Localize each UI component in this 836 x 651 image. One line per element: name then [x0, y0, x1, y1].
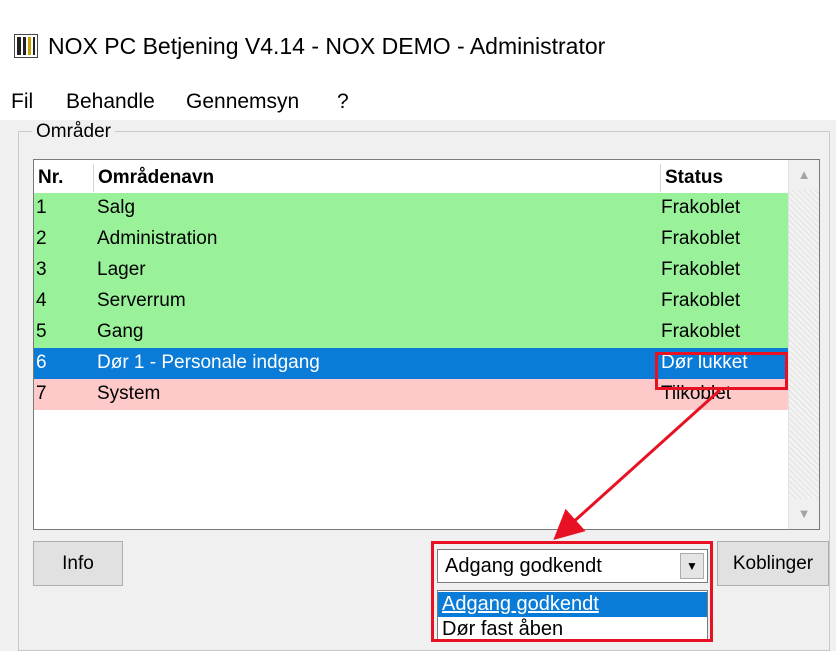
- title-bar: NOX PC Betjening V4.14 - NOX DEMO - Admi…: [0, 0, 836, 84]
- areas-group-label: Områder: [32, 121, 115, 143]
- list-header: Nr. Områdenavn Status: [34, 164, 790, 192]
- table-row[interactable]: 3 Lager Frakoblet: [34, 255, 790, 286]
- option-adgang-godkendt[interactable]: Adgang godkendt: [438, 592, 707, 617]
- row-nr: 5: [36, 321, 47, 342]
- row-status: Frakoblet: [661, 197, 741, 218]
- row-nr: 2: [36, 228, 47, 249]
- row-nr: 4: [36, 290, 47, 311]
- row-status: Frakoblet: [661, 259, 741, 280]
- menu-help[interactable]: ?: [337, 88, 349, 116]
- scroll-down-arrow-icon[interactable]: ▼: [789, 499, 819, 529]
- scroll-up-arrow-icon[interactable]: ▲: [789, 160, 819, 190]
- row-name: Administration: [97, 228, 218, 249]
- row-name: Lager: [97, 259, 146, 280]
- row-status: Frakoblet: [661, 321, 741, 342]
- table-row[interactable]: 7 System Tilkoblet: [34, 379, 790, 410]
- row-nr: 3: [36, 259, 47, 280]
- action-select[interactable]: Adgang godkendt ▼: [437, 549, 708, 583]
- column-header-status[interactable]: Status: [661, 164, 790, 192]
- table-row[interactable]: 5 Gang Frakoblet: [34, 317, 790, 348]
- areas-list[interactable]: Nr. Områdenavn Status 1 Salg Frakoblet 2…: [33, 159, 820, 530]
- koblinger-button[interactable]: Koblinger: [717, 541, 829, 586]
- row-name: System: [97, 383, 161, 404]
- row-nr: 1: [36, 197, 47, 218]
- table-row-selected[interactable]: 6 Dør 1 - Personale indgang Dør lukket: [34, 348, 790, 379]
- menu-bar: Fil Behandle Gennemsyn ?: [0, 84, 836, 120]
- dropdown-arrow-icon[interactable]: ▼: [680, 553, 704, 579]
- row-status: Frakoblet: [661, 290, 741, 311]
- row-name: Gang: [97, 321, 144, 342]
- row-name: Dør 1 - Personale indgang: [97, 352, 320, 373]
- menu-fil[interactable]: Fil: [11, 88, 33, 116]
- menu-gennemsyn[interactable]: Gennemsyn: [186, 88, 299, 116]
- row-name: Serverrum: [97, 290, 186, 311]
- table-row[interactable]: 1 Salg Frakoblet: [34, 193, 790, 224]
- row-status: Frakoblet: [661, 228, 741, 249]
- nox-app-icon: [14, 34, 38, 58]
- action-select-value: Adgang godkendt: [445, 555, 602, 577]
- action-select-options: Adgang godkendt Dør fast åben: [437, 590, 708, 642]
- row-status: Dør lukket: [661, 352, 748, 373]
- info-button[interactable]: Info: [33, 541, 123, 586]
- window-title: NOX PC Betjening V4.14 - NOX DEMO - Admi…: [48, 33, 606, 59]
- row-nr: 7: [36, 383, 47, 404]
- column-header-name[interactable]: Områdenavn: [94, 164, 661, 192]
- scroll-track[interactable]: [789, 190, 819, 499]
- row-name: Salg: [97, 197, 136, 218]
- row-status: Tilkoblet: [661, 383, 732, 404]
- list-scrollbar[interactable]: ▲ ▼: [788, 160, 819, 529]
- table-row[interactable]: 4 Serverrum Frakoblet: [34, 286, 790, 317]
- table-row[interactable]: 2 Administration Frakoblet: [34, 224, 790, 255]
- column-header-nr[interactable]: Nr.: [34, 164, 94, 192]
- row-nr: 6: [36, 352, 47, 373]
- menu-behandle[interactable]: Behandle: [66, 88, 155, 116]
- option-dor-fast-aben[interactable]: Dør fast åben: [438, 617, 707, 641]
